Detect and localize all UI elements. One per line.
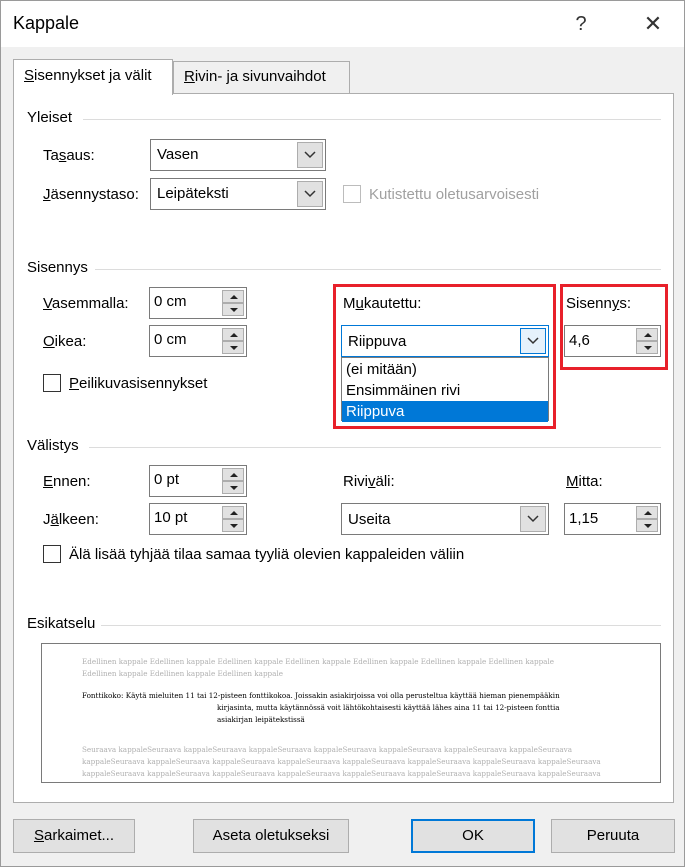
line-spacing-at-value: 1,15 xyxy=(569,510,599,527)
spin-up-icon[interactable] xyxy=(222,468,244,481)
mirror-indents-checkbox[interactable] xyxy=(43,374,61,392)
tab-indents-and-spacing-label: Sisennykset ja välit xyxy=(24,67,152,84)
title-bar: Kappale ? ✕ xyxy=(1,1,684,47)
indentation-heading: Sisennys xyxy=(27,259,88,276)
line-spacing-at-spinner[interactable]: 1,15 xyxy=(564,503,661,535)
alignment-label: Tasaus: xyxy=(43,147,95,164)
special-option-first-line[interactable]: Ensimmäinen rivi xyxy=(342,380,548,401)
right-indent-value: 0 cm xyxy=(154,331,187,348)
spin-down-icon[interactable] xyxy=(222,519,244,532)
indent-by-label: Sisennys: xyxy=(566,295,632,312)
line-spacing-at-label: Mitta: xyxy=(566,473,603,490)
preview-following-line: Seuraava kappaleSeuraava kappaleSeuraava… xyxy=(82,745,573,754)
set-as-default-label: Aseta oletukseksi xyxy=(212,827,330,844)
right-indent-label: Oikea: xyxy=(43,333,87,350)
space-after-spinner[interactable]: 10 pt xyxy=(149,503,247,535)
spin-up-icon[interactable] xyxy=(222,506,244,519)
close-button[interactable]: ✕ xyxy=(631,7,675,41)
special-option-none[interactable]: (ei mitään) xyxy=(342,359,548,380)
space-after-label: Jälkeen: xyxy=(43,511,99,528)
indent-by-spinner[interactable]: 4,6 xyxy=(564,325,661,357)
outline-level-label: Jäsennystaso: xyxy=(43,186,139,203)
outline-level-dropdown[interactable]: Leipäteksti xyxy=(150,178,326,210)
chevron-down-icon[interactable] xyxy=(520,506,546,532)
preview-sample-line: Fonttikoko: Käytä mieluiten 11 tai 12-pi… xyxy=(82,691,560,700)
space-before-label: Ennen: xyxy=(43,473,91,490)
mirror-indents-label: Peilikuvasisennykset xyxy=(69,375,208,392)
spacing-divider xyxy=(89,447,661,448)
spin-down-icon[interactable] xyxy=(636,341,658,354)
line-spacing-label: Riviväli: xyxy=(343,473,395,490)
right-indent-spinner[interactable]: 0 cm xyxy=(149,325,247,357)
indent-by-value: 4,6 xyxy=(569,332,590,349)
ok-label: OK xyxy=(462,827,484,844)
preview-previous-line: Edellinen kappale Edellinen kappale Edel… xyxy=(82,669,283,678)
paragraph-dialog: Kappale ? ✕ Sisennykset ja välit Rivin- … xyxy=(0,0,685,867)
cancel-label: Peruuta xyxy=(586,827,640,844)
spin-down-icon[interactable] xyxy=(222,481,244,494)
spacing-heading: Välistys xyxy=(27,437,79,454)
no-space-same-style-label: Älä lisää tyhjää tilaa samaa tyyliä olev… xyxy=(69,546,465,563)
spin-down-icon[interactable] xyxy=(636,519,658,532)
preview-pane: Edellinen kappale Edellinen kappale Edel… xyxy=(41,643,661,783)
preview-following-line: kappaleSeuraava kappaleSeuraava kappaleS… xyxy=(82,757,601,766)
set-as-default-button[interactable]: Aseta oletukseksi xyxy=(193,819,349,853)
tab-indents-and-spacing[interactable]: Sisennykset ja välit xyxy=(13,59,173,95)
spin-down-icon[interactable] xyxy=(222,341,244,354)
collapsed-by-default-checkbox[interactable] xyxy=(343,185,361,203)
special-indent-label: Mukautettu: xyxy=(343,295,422,312)
outline-level-value: Leipäteksti xyxy=(157,185,229,202)
tab-line-and-page-breaks-label: Rivin- ja sivunvaihdot xyxy=(184,68,326,85)
spin-up-icon[interactable] xyxy=(636,328,658,341)
special-indent-dropdown[interactable]: Riippuva xyxy=(341,325,549,357)
preview-sample-line: kirjasinta, mutta käytännössä voit lähtö… xyxy=(217,703,560,712)
cancel-button[interactable]: Peruuta xyxy=(551,819,675,853)
indentation-divider xyxy=(95,269,661,270)
left-indent-spinner[interactable]: 0 cm xyxy=(149,287,247,319)
spin-up-icon[interactable] xyxy=(222,328,244,341)
help-button[interactable]: ? xyxy=(561,7,601,41)
dialog-title: Kappale xyxy=(13,13,80,33)
left-indent-value: 0 cm xyxy=(154,293,187,310)
chevron-down-icon[interactable] xyxy=(297,181,323,207)
ok-button[interactable]: OK xyxy=(411,819,535,853)
spin-up-icon[interactable] xyxy=(222,290,244,303)
space-before-value: 0 pt xyxy=(154,471,180,488)
preview-previous-line: Edellinen kappale Edellinen kappale Edel… xyxy=(82,657,555,666)
preview-divider xyxy=(101,625,661,626)
no-space-same-style-checkbox[interactable] xyxy=(43,545,61,563)
general-divider xyxy=(83,119,661,120)
chevron-down-icon[interactable] xyxy=(297,142,323,168)
left-indent-label: Vasemmalla: xyxy=(43,295,129,312)
space-after-value: 10 pt xyxy=(154,509,188,526)
line-spacing-dropdown[interactable]: Useita xyxy=(341,503,549,535)
alignment-dropdown[interactable]: Vasen xyxy=(150,139,326,171)
spin-up-icon[interactable] xyxy=(636,506,658,519)
preview-following-line: kappaleSeuraava kappaleSeuraava kappaleS… xyxy=(82,769,601,778)
special-indent-options-list: (ei mitään) Ensimmäinen rivi Riippuva xyxy=(341,357,549,422)
line-spacing-value: Useita xyxy=(348,511,391,528)
general-heading: Yleiset xyxy=(27,109,73,126)
tabs-button-label: Sarkaimet... xyxy=(33,827,115,844)
space-before-spinner[interactable]: 0 pt xyxy=(149,465,247,497)
spin-down-icon[interactable] xyxy=(222,303,244,316)
tab-line-and-page-breaks[interactable]: Rivin- ja sivunvaihdot xyxy=(173,61,350,93)
preview-sample-line: asiakirjan leipätekstissä xyxy=(217,715,305,724)
alignment-value: Vasen xyxy=(157,146,199,163)
special-option-hanging[interactable]: Riippuva xyxy=(342,401,548,422)
collapsed-by-default-label: Kutistettu oletusarvoisesti xyxy=(369,186,540,203)
special-indent-value: Riippuva xyxy=(348,333,407,350)
tabs-button[interactable]: Sarkaimet... xyxy=(13,819,135,853)
preview-heading: Esikatselu xyxy=(27,615,96,632)
chevron-down-icon[interactable] xyxy=(520,328,546,354)
